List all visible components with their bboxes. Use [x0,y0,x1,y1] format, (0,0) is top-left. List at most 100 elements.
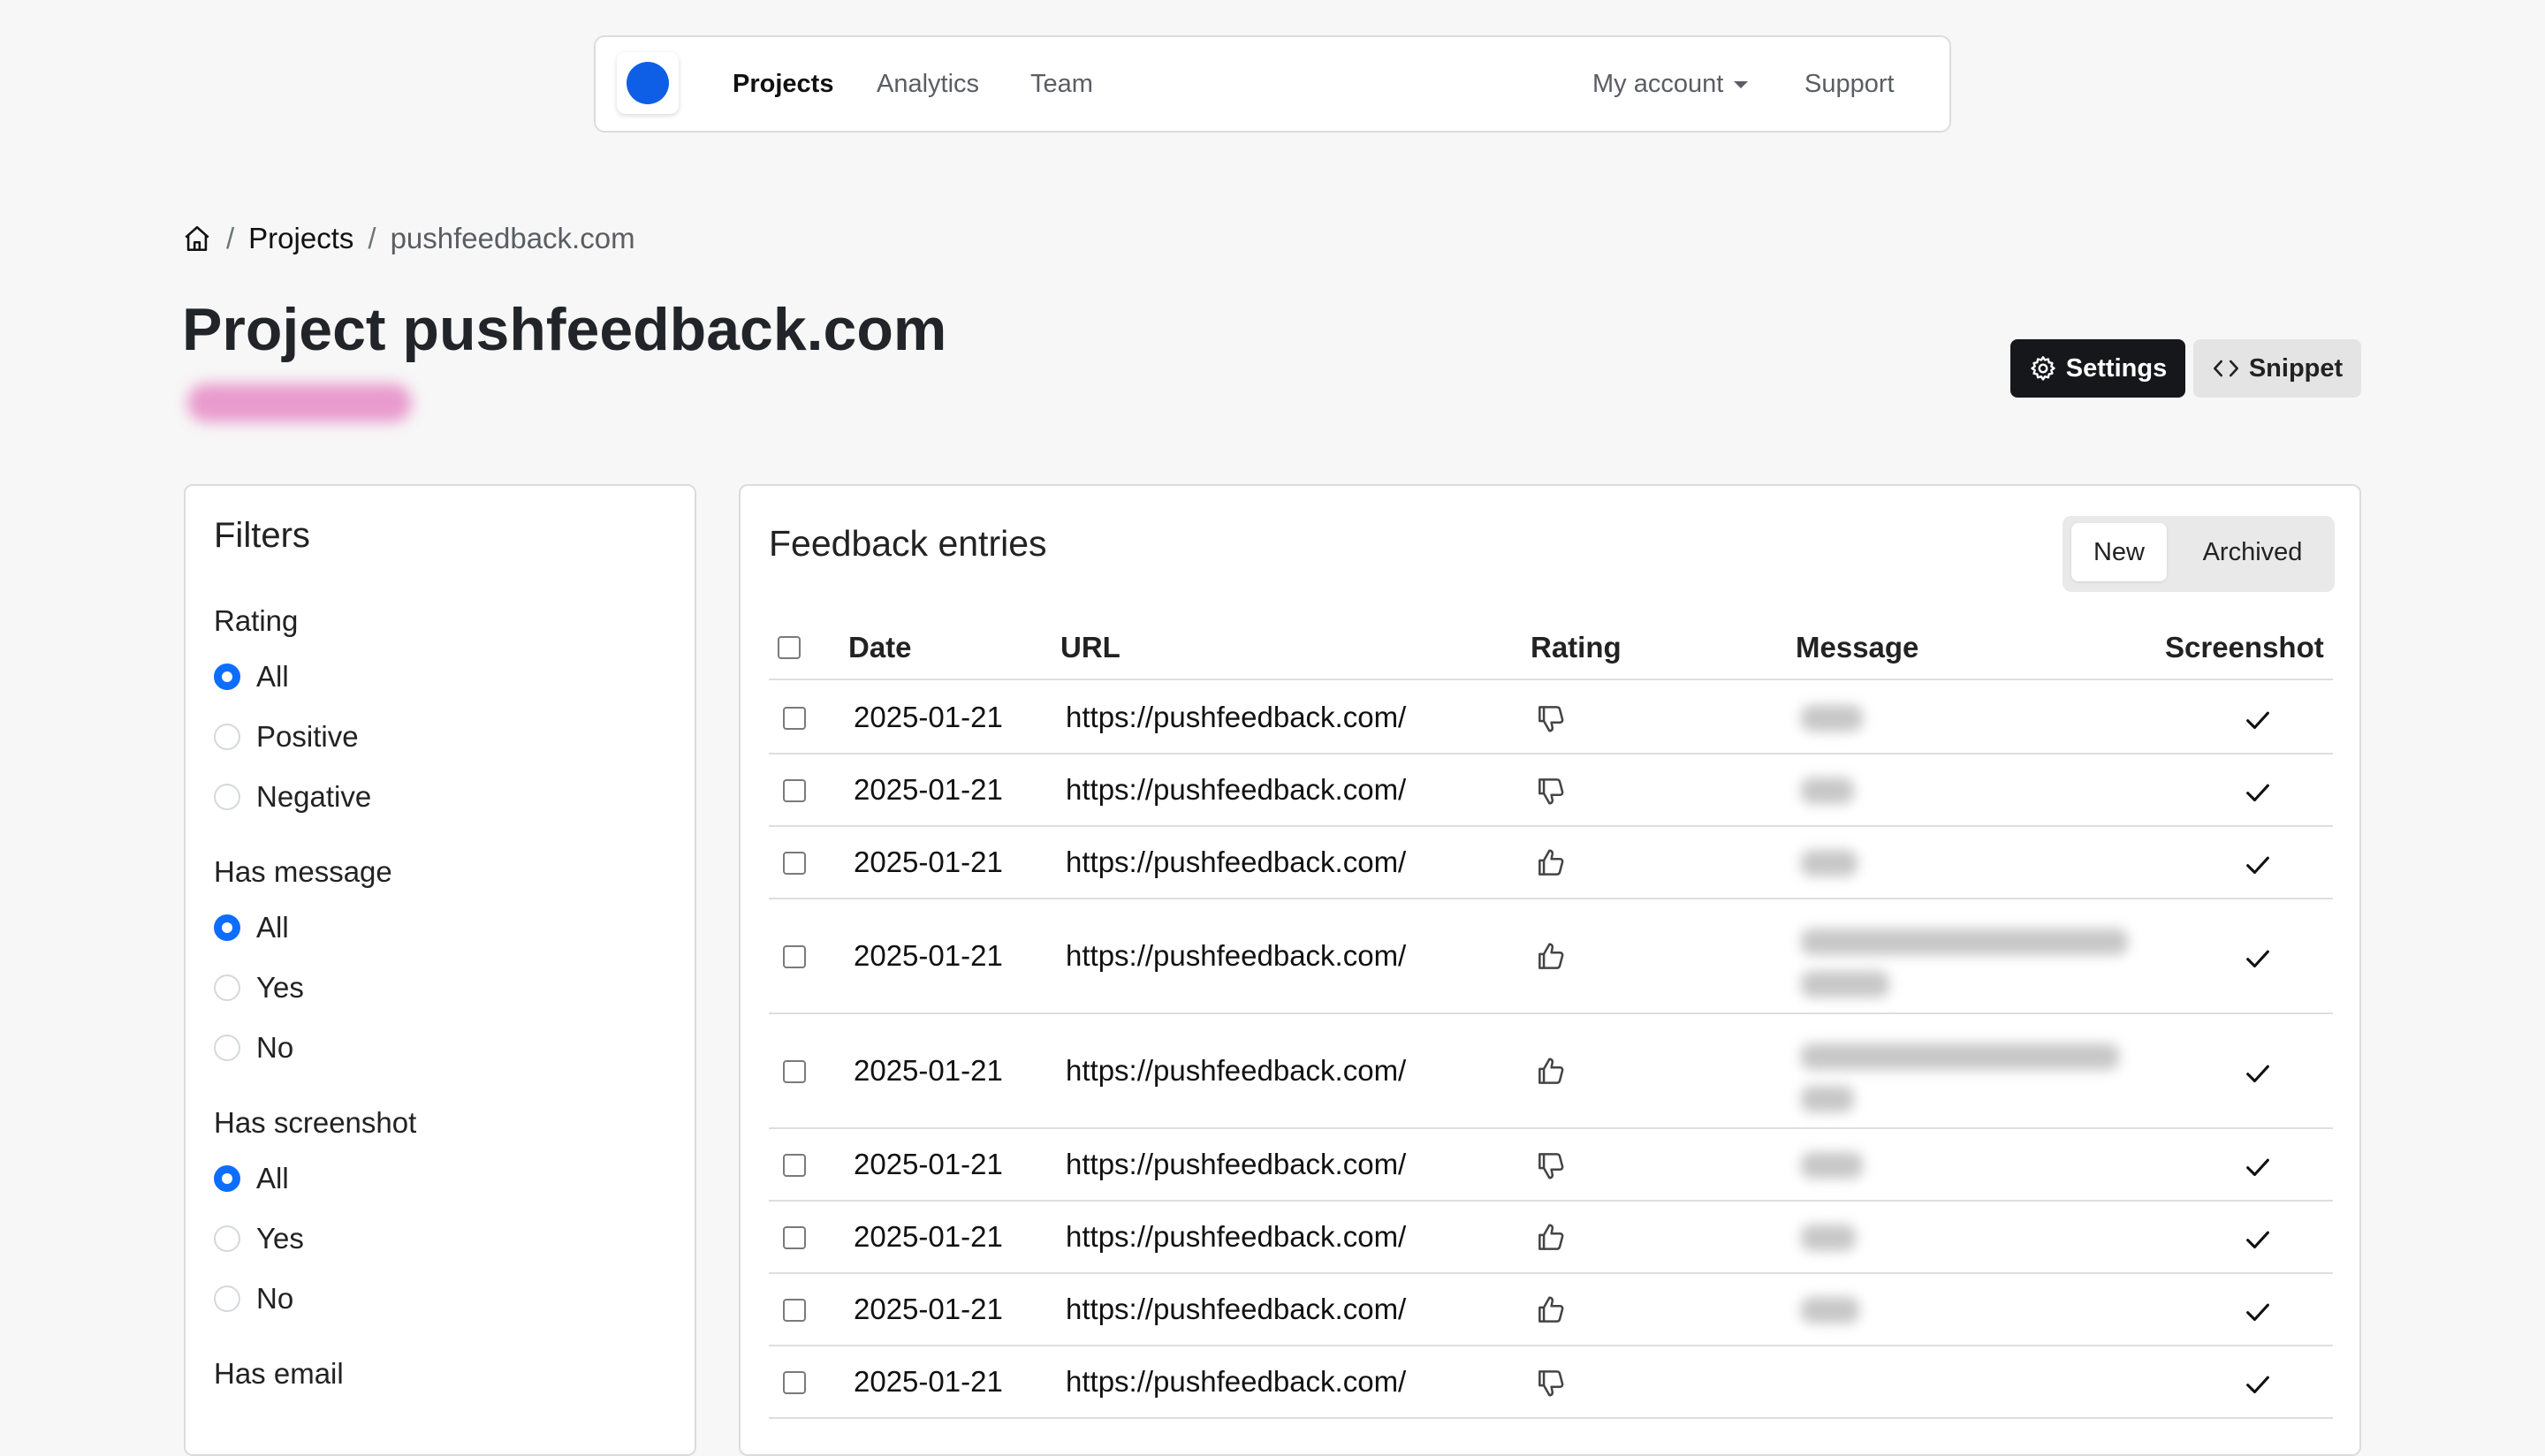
row-message-redacted [1801,705,1863,732]
check-icon[interactable] [2243,1297,2273,1327]
table-row[interactable]: 2025-01-21 https://pushfeedback.com/ [769,682,2333,755]
rating-negative-radio[interactable]: Negative [214,777,371,816]
row-checkbox[interactable] [783,707,806,730]
column-rating[interactable]: Rating [1531,631,1622,664]
row-checkbox[interactable] [783,945,806,968]
table-row[interactable]: 2025-01-21 https://pushfeedback.com/ [769,1014,2333,1129]
logo[interactable] [617,52,679,114]
row-date: 2025-01-21 [854,1365,1003,1398]
has-message-no-radio[interactable]: No [214,1028,293,1067]
row-message-redacted [1801,1225,1856,1251]
thumbs-up-icon [1538,943,1564,969]
row-message-redacted [1801,1152,1863,1179]
radio-control[interactable] [214,1285,240,1312]
row-date: 2025-01-21 [854,846,1003,878]
row-url[interactable]: https://pushfeedback.com/ [1066,1293,1406,1326]
row-checkbox[interactable] [783,1371,806,1394]
snippet-button[interactable]: Snippet [2193,339,2361,398]
radio-control[interactable] [214,664,240,690]
column-url[interactable]: URL [1060,631,1121,664]
page-title: Project pushfeedback.com [182,296,947,363]
column-screenshot[interactable]: Screenshot [2165,631,2324,664]
check-icon[interactable] [2243,944,2273,974]
nav-projects-link[interactable]: Projects [733,66,833,102]
radio-control[interactable] [214,724,240,750]
radio-control[interactable] [214,1035,240,1061]
thumbs-down-icon [1538,1370,1564,1397]
project-id-redacted [187,383,412,422]
check-icon[interactable] [2243,705,2273,735]
radio-label: Yes [256,1222,304,1255]
rating-all-radio[interactable]: All [214,657,289,696]
column-message[interactable]: Message [1796,631,1918,664]
radio-control[interactable] [214,784,240,810]
row-checkbox[interactable] [783,1226,806,1249]
row-message-redacted [1801,777,1854,804]
check-icon[interactable] [2243,1369,2273,1399]
thumbs-up-icon [1538,1058,1564,1084]
row-url[interactable]: https://pushfeedback.com/ [1066,1365,1406,1399]
code-icon [2213,360,2238,377]
table-row[interactable]: 2025-01-21 https://pushfeedback.com/ [769,899,2333,1014]
radio-control[interactable] [214,1165,240,1192]
row-checkbox[interactable] [783,1060,806,1083]
row-url[interactable]: https://pushfeedback.com/ [1066,1148,1406,1181]
row-message-redacted [1801,1043,2119,1070]
has-message-yes-radio[interactable]: Yes [214,968,304,1007]
table-row[interactable]: 2025-01-21 https://pushfeedback.com/ [769,1274,2333,1346]
row-checkbox[interactable] [783,1299,806,1322]
radio-label: All [256,911,289,944]
row-checkbox[interactable] [783,1154,806,1177]
has-message-all-radio[interactable]: All [214,908,289,947]
has-screenshot-yes-radio[interactable]: Yes [214,1219,304,1258]
check-icon[interactable] [2243,1058,2273,1088]
row-checkbox[interactable] [783,779,806,802]
thumbs-down-icon [1538,1153,1564,1179]
breadcrumb-separator: / [368,222,376,254]
row-url[interactable]: https://pushfeedback.com/ [1066,773,1406,807]
row-url[interactable]: https://pushfeedback.com/ [1066,1220,1406,1254]
filter-has-email-title: Has email [214,1357,344,1390]
check-icon[interactable] [2243,850,2273,880]
table-row[interactable]: 2025-01-21 https://pushfeedback.com/ [769,755,2333,827]
radio-control[interactable] [214,914,240,941]
row-url[interactable]: https://pushfeedback.com/ [1066,939,1406,973]
radio-control[interactable] [214,974,240,1001]
check-icon[interactable] [2243,1225,2273,1255]
row-url[interactable]: https://pushfeedback.com/ [1066,1054,1406,1088]
row-url[interactable]: https://pushfeedback.com/ [1066,701,1406,734]
check-icon[interactable] [2243,1152,2273,1182]
has-screenshot-no-radio[interactable]: No [214,1279,293,1318]
filter-rating-title: Rating [214,604,299,637]
filters-title: Filters [214,516,310,555]
tab-archived[interactable]: Archived [2177,523,2328,581]
filter-has-screenshot-title: Has screenshot [214,1106,417,1139]
table-row[interactable]: 2025-01-21 https://pushfeedback.com/ [769,1202,2333,1274]
breadcrumb-separator: / [226,222,235,254]
my-account-dropdown[interactable]: My account [1592,66,1749,102]
nav-team-link[interactable]: Team [1030,66,1093,102]
nav-analytics-link[interactable]: Analytics [877,66,979,102]
row-url[interactable]: https://pushfeedback.com/ [1066,846,1406,879]
table-row[interactable]: 2025-01-21 https://pushfeedback.com/ [769,827,2333,899]
row-message-redacted [1801,971,1889,997]
settings-button[interactable]: Settings [2010,339,2185,398]
table-row[interactable]: 2025-01-21 https://pushfeedback.com/ [769,1129,2333,1202]
table-row[interactable]: 2025-01-21 https://pushfeedback.com/ [769,1346,2333,1419]
thumbs-up-icon [1538,849,1564,876]
nav-support-link[interactable]: Support [1804,66,1895,102]
top-navbar: Projects Analytics Team My account Suppo… [594,35,1951,133]
home-icon[interactable] [182,224,212,254]
has-screenshot-all-radio[interactable]: All [214,1159,289,1198]
radio-control[interactable] [214,1225,240,1252]
radio-label: Positive [256,720,359,753]
check-icon[interactable] [2243,777,2273,808]
row-checkbox[interactable] [783,852,806,875]
row-date: 2025-01-21 [854,701,1003,733]
tab-new[interactable]: New [2071,523,2167,581]
breadcrumb-projects-link[interactable]: Projects [248,222,353,255]
select-all-checkbox[interactable] [778,636,801,659]
rating-positive-radio[interactable]: Positive [214,717,359,756]
row-date: 2025-01-21 [854,773,1003,806]
column-date[interactable]: Date [848,631,912,664]
